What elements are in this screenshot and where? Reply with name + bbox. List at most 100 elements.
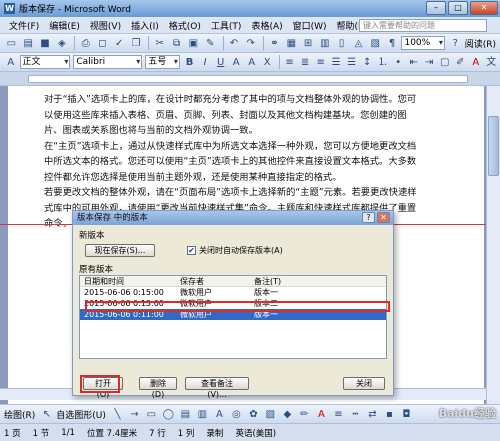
tables-borders-icon[interactable]: ▦	[284, 36, 299, 51]
borders-icon[interactable]: ▢	[438, 55, 452, 70]
cut-icon[interactable]: ✂	[152, 36, 167, 51]
italic-icon[interactable]: I	[198, 55, 212, 70]
dialog-close-button[interactable]: ✕	[377, 212, 390, 223]
auto-save-option[interactable]: ✔ 关闭时自动保存版本(A)	[187, 245, 283, 256]
new-document-icon[interactable]: ▭	[4, 36, 19, 51]
save-icon[interactable]: ■	[38, 36, 53, 51]
highlight-icon[interactable]: ✐	[454, 55, 468, 70]
open-button[interactable]: 打开(O)	[83, 377, 123, 399]
menu-insert[interactable]: 插入(I)	[126, 19, 164, 32]
document-map-icon[interactable]: ▧	[368, 36, 383, 51]
show-hide-icon[interactable]: ¶	[385, 36, 400, 51]
char-scale-icon[interactable]: X	[260, 55, 274, 70]
char-border-icon[interactable]: A	[229, 55, 243, 70]
align-left-icon[interactable]: ≡	[283, 55, 297, 70]
bold-icon[interactable]: B	[183, 55, 197, 70]
menu-edit[interactable]: 编辑(E)	[44, 19, 85, 32]
help-search-input[interactable]	[359, 19, 487, 32]
column-header-user[interactable]: 保存者	[176, 276, 250, 286]
vertical-scrollbar[interactable]	[486, 86, 500, 404]
drawing-icon[interactable]: ◬	[351, 36, 366, 51]
minimize-button[interactable]: –	[426, 1, 446, 15]
status-language[interactable]: 英语(美国)	[235, 427, 276, 439]
hyperlink-icon[interactable]: ⚭	[267, 36, 282, 51]
close-window-button[interactable]: ✕	[470, 1, 498, 15]
arrow-style-icon[interactable]: ⇄	[365, 407, 380, 422]
column-header-note[interactable]: 备注(T)	[250, 276, 380, 286]
format-painter-icon[interactable]: ✎	[203, 36, 218, 51]
bullets-icon[interactable]: •	[391, 55, 405, 70]
line-color-icon[interactable]: ✏	[297, 407, 312, 422]
spelling-icon[interactable]: ✓	[112, 36, 127, 51]
distributed-icon[interactable]: ☰	[345, 55, 359, 70]
versions-list[interactable]: 日期和时间 保存者 备注(T) 2015-06-06 0:15:00 微软用户 …	[79, 275, 387, 359]
numbering-icon[interactable]: ⒈	[376, 55, 390, 70]
copy-icon[interactable]: ⧉	[169, 36, 184, 51]
font-select[interactable]: Calibri	[73, 55, 143, 69]
column-header-date[interactable]: 日期和时间	[80, 276, 176, 286]
clipart-icon[interactable]: ✿	[246, 407, 261, 422]
picture-icon[interactable]: ▨	[263, 407, 278, 422]
insert-excel-icon[interactable]: ▥	[317, 36, 332, 51]
auto-save-checkbox[interactable]: ✔	[187, 246, 196, 255]
insert-table-icon[interactable]: ⊞	[301, 36, 316, 51]
view-notes-button[interactable]: 查看备注(V)...	[185, 377, 249, 399]
diagram-icon[interactable]: ◎	[229, 407, 244, 422]
char-shading-icon[interactable]: A	[245, 55, 259, 70]
version-row-selected[interactable]: 2015-06-06 0:11:00 微软用户 版本一	[80, 309, 386, 320]
version-row[interactable]: 2015-06-06 0:13:00 微软用户 版本二	[80, 298, 386, 309]
wordart-icon[interactable]: A	[212, 407, 227, 422]
select-objects-icon[interactable]: ↖	[39, 407, 54, 422]
menu-window[interactable]: 窗口(W)	[288, 19, 332, 32]
horizontal-ruler[interactable]	[0, 72, 500, 86]
menu-tools[interactable]: 工具(T)	[206, 19, 247, 32]
phonetic-icon[interactable]: 文	[485, 55, 499, 70]
font-color-icon[interactable]: A	[469, 55, 483, 70]
align-center-icon[interactable]: ≣	[298, 55, 312, 70]
menu-table[interactable]: 表格(A)	[246, 19, 287, 32]
3d-icon[interactable]: ◘	[399, 407, 414, 422]
fill-color-icon[interactable]: ◆	[280, 407, 295, 422]
arrow-icon[interactable]: →	[127, 407, 142, 422]
style-select[interactable]: 正文	[19, 55, 71, 69]
rectangle-icon[interactable]: ▭	[144, 407, 159, 422]
columns-icon[interactable]: ▯	[334, 36, 349, 51]
justify-icon[interactable]: ☰	[329, 55, 343, 70]
draw-menu-button[interactable]: 绘图(R)	[4, 408, 35, 421]
permission-icon[interactable]: ◈	[54, 36, 69, 51]
undo-icon[interactable]: ↶	[227, 36, 242, 51]
font-color-draw-icon[interactable]: A	[314, 407, 329, 422]
research-icon[interactable]: ❐	[129, 36, 144, 51]
font-size-select[interactable]: 五号	[145, 55, 180, 69]
autoshapes-button[interactable]: 自选图形(U)	[56, 408, 106, 421]
line-style-icon[interactable]: ≡	[331, 407, 346, 422]
read-mode-button[interactable]: 阅读(R)	[465, 37, 496, 50]
status-record[interactable]: 录制	[206, 427, 223, 439]
version-row[interactable]: 2015-06-06 0:15:00 微软用户 版本一	[80, 287, 386, 298]
textbox-icon[interactable]: ▤	[178, 407, 193, 422]
print-icon[interactable]: ⎙	[78, 36, 93, 51]
line-spacing-icon[interactable]: ↕	[360, 55, 374, 70]
line-icon[interactable]: ╲	[110, 407, 125, 422]
styles-pane-icon[interactable]: A	[4, 55, 18, 70]
menu-view[interactable]: 视图(V)	[85, 19, 126, 32]
zoom-select[interactable]: 100%	[401, 36, 445, 50]
menu-file[interactable]: 文件(F)	[4, 19, 44, 32]
dialog-help-button[interactable]: ?	[362, 212, 375, 223]
delete-button[interactable]: 删除(D)	[139, 377, 177, 399]
oval-icon[interactable]: ◯	[161, 407, 176, 422]
vertical-textbox-icon[interactable]: ▥	[195, 407, 210, 422]
help-icon[interactable]: ?	[448, 36, 463, 51]
save-now-button[interactable]: 现在保存(S)...	[85, 244, 155, 257]
dash-style-icon[interactable]: ┅	[348, 407, 363, 422]
underline-icon[interactable]: U	[214, 55, 228, 70]
menu-format[interactable]: 格式(O)	[164, 19, 206, 32]
decrease-indent-icon[interactable]: ⇤	[407, 55, 421, 70]
redo-icon[interactable]: ↷	[243, 36, 258, 51]
open-folder-icon[interactable]: ▤	[21, 36, 36, 51]
align-right-icon[interactable]: ≡	[314, 55, 328, 70]
scroll-thumb[interactable]	[488, 116, 499, 176]
maximize-button[interactable]: □	[448, 1, 468, 15]
print-preview-icon[interactable]: ◻	[95, 36, 110, 51]
increase-indent-icon[interactable]: ⇥	[422, 55, 436, 70]
